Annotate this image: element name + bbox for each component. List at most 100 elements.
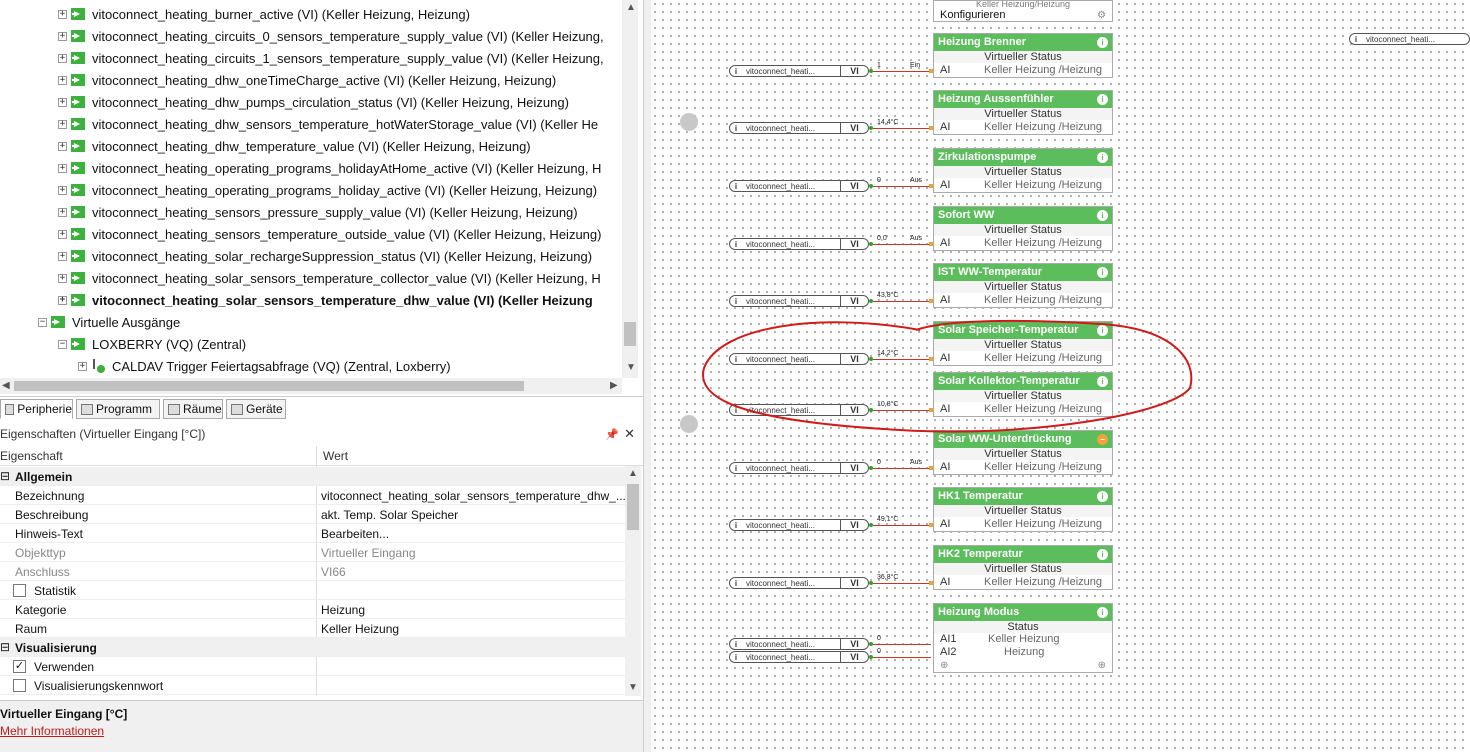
connection-wire[interactable]: [873, 71, 931, 72]
connection-wire[interactable]: [873, 128, 931, 129]
tree-item[interactable]: + vitoconnect_heating_circuits_1_sensors_…: [58, 47, 604, 69]
virtual-input-block[interactable]: i vitoconnect_heati... VI: [729, 638, 869, 650]
tab-geraete[interactable]: Geräte: [226, 399, 286, 419]
prop-row-verwenden[interactable]: ✓ Verwenden: [0, 657, 625, 676]
virtual-status-block[interactable]: Zirkulationspumpe i Virtueller Status AI Kel…: [933, 148, 1113, 193]
info-icon[interactable]: i: [1097, 210, 1108, 221]
gear-icon[interactable]: ⚙: [1097, 10, 1106, 21]
collapse-icon[interactable]: −: [38, 317, 47, 327]
virtual-input-block[interactable]: i vitoconnect_heati... VI: [729, 122, 869, 134]
prop-value[interactable]: akt. Temp. Solar Speicher: [321, 508, 458, 522]
tree-item[interactable]: + vitoconnect_heating_operating_programs_…: [58, 179, 597, 201]
tree-item[interactable]: + vitoconnect_heating_solar_sensors_tempe…: [58, 267, 601, 289]
add-input-icon[interactable]: ⊕: [940, 660, 948, 671]
virtual-status-block[interactable]: IST WW-Temperatur i Virtueller Status AI Kel…: [933, 263, 1113, 308]
prop-row-raum[interactable]: Raum Keller Heizung: [0, 619, 625, 638]
virtual-status-block[interactable]: Heizung Brenner i Virtueller Status AI Kelle…: [933, 33, 1113, 78]
floating-input-block[interactable]: i vitoconnect_heati...: [1349, 33, 1470, 45]
connection-wire[interactable]: [873, 186, 931, 187]
tree-item[interactable]: + vitoconnect_heating_solar_sensors_tempe…: [58, 289, 593, 311]
prop-row-bezeichnung[interactable]: Bezeichnung vitoconnect_heating_solar_sen…: [0, 486, 626, 505]
expand-icon[interactable]: +: [58, 295, 67, 305]
close-icon[interactable]: ✕: [624, 426, 635, 442]
prop-value[interactable]: vitoconnect_heating_solar_sensors_temper…: [321, 489, 626, 503]
verwenden-checkbox[interactable]: ✓: [13, 660, 26, 673]
block-title-bar[interactable]: Heizung Modus i: [934, 604, 1112, 621]
connection-wire[interactable]: [873, 657, 931, 658]
block-title-bar[interactable]: HK2 Temperatur i: [934, 546, 1112, 563]
scroll-up-icon[interactable]: ▲: [628, 468, 638, 479]
virtual-input-block[interactable]: i vitoconnect_heati... VI: [729, 519, 869, 531]
info-icon[interactable]: i: [1097, 152, 1108, 163]
splitter[interactable]: [643, 0, 651, 752]
vis-password-checkbox[interactable]: [13, 679, 26, 692]
virtual-status-block[interactable]: Sofort WW i Virtueller Status AI Keller Heiz…: [933, 206, 1113, 251]
scroll-right-icon[interactable]: ▶: [610, 380, 618, 391]
collapse-icon[interactable]: −: [58, 339, 67, 349]
heizung-modus-block[interactable]: Heizung Modus i Status AI1 Keller Heizung AI2…: [933, 603, 1113, 673]
tree-item[interactable]: + vitoconnect_heating_solar_rechargeSuppr…: [58, 245, 592, 267]
virtual-status-block[interactable]: HK2 Temperatur i Virtueller Status AI Keller…: [933, 545, 1113, 590]
scroll-left-icon[interactable]: ◀: [2, 380, 10, 391]
connection-wire[interactable]: [873, 644, 931, 645]
tab-programm[interactable]: Programm: [76, 399, 160, 419]
scroll-up-icon[interactable]: ▲: [626, 2, 636, 13]
expand-icon[interactable]: +: [58, 119, 67, 129]
virtual-status-block[interactable]: Heizung Aussenfühler i Virtueller Status AI…: [933, 90, 1113, 135]
block-title-bar[interactable]: Zirkulationspumpe i: [934, 149, 1112, 166]
scroll-down-icon[interactable]: ▼: [628, 682, 638, 693]
scroll-down-icon[interactable]: ▼: [626, 362, 636, 373]
block-title-bar[interactable]: Heizung Aussenfühler i: [934, 91, 1112, 108]
properties-scrollbar[interactable]: ▲ ▼: [625, 466, 641, 696]
collapse-icon[interactable]: ⊟: [0, 640, 10, 654]
tree-item[interactable]: + vitoconnect_heating_sensors_temperature…: [58, 223, 601, 245]
expand-icon[interactable]: +: [58, 141, 67, 151]
prop-row-kategorie[interactable]: Kategorie Heizung: [0, 600, 625, 619]
virtual-input-block[interactable]: i vitoconnect_heati... VI: [729, 65, 869, 77]
info-icon[interactable]: i: [1097, 94, 1108, 105]
connector-circle[interactable]: [680, 113, 698, 131]
block-title-bar[interactable]: IST WW-Temperatur i: [934, 264, 1112, 281]
tab-raeume[interactable]: Räume: [163, 399, 223, 419]
virtual-input-block[interactable]: i vitoconnect_heati... VI: [729, 462, 869, 474]
connection-wire[interactable]: [873, 301, 931, 302]
expand-icon[interactable]: +: [58, 207, 67, 217]
prop-value[interactable]: Keller Heizung: [321, 622, 399, 636]
tree-item-caldav[interactable]: + CALDAV Trigger Feiertagsabfrage (VQ) (Z…: [78, 355, 451, 377]
expand-icon[interactable]: +: [58, 185, 67, 195]
block-title-bar[interactable]: Heizung Brenner i: [934, 34, 1112, 51]
virtual-input-block[interactable]: i vitoconnect_heati... VI: [729, 577, 869, 589]
expand-icon[interactable]: +: [58, 97, 67, 107]
expand-icon[interactable]: +: [58, 163, 67, 173]
configure-button[interactable]: Konfigurieren: [934, 9, 1112, 21]
block-title-bar[interactable]: Sofort WW i: [934, 207, 1112, 224]
tab-peripherie[interactable]: Peripherie: [0, 399, 73, 419]
expand-icon[interactable]: +: [58, 229, 67, 239]
more-info-link[interactable]: Mehr Informationen: [0, 724, 104, 738]
tree-item[interactable]: + vitoconnect_heating_burner_active (VI) …: [58, 3, 470, 25]
info-icon[interactable]: i: [1097, 267, 1108, 278]
tree-item[interactable]: + vitoconnect_heating_circuits_0_sensors_…: [58, 25, 604, 47]
scroll-thumb[interactable]: [14, 381, 524, 391]
tree-vertical-scrollbar[interactable]: ▲ ▼: [622, 0, 638, 378]
virtual-input-block[interactable]: i vitoconnect_heati... VI: [729, 180, 869, 192]
tree-item[interactable]: + vitoconnect_heating_operating_programs_…: [58, 157, 601, 179]
virtual-input-block[interactable]: i vitoconnect_heati... VI: [729, 295, 869, 307]
connector-circle[interactable]: [680, 415, 698, 433]
expand-icon[interactable]: +: [58, 251, 67, 261]
connection-wire[interactable]: [873, 468, 931, 469]
section-allgemein[interactable]: ⊟ Allgemein: [0, 467, 625, 486]
expand-icon[interactable]: +: [78, 361, 87, 371]
tree-item[interactable]: + vitoconnect_heating_dhw_temperature_val…: [58, 135, 531, 157]
tree-item[interactable]: + vitoconnect_heating_dhw_sensors_tempera…: [58, 113, 598, 135]
info-icon[interactable]: i: [1097, 607, 1108, 618]
tree-item-loxberry[interactable]: − LOXBERRY (VQ) (Zentral): [58, 333, 246, 355]
virtual-status-block[interactable]: HK1 Temperatur i Virtueller Status AI Keller…: [933, 487, 1113, 532]
tree-horizontal-scrollbar[interactable]: ◀ ▶: [0, 378, 622, 394]
section-visualisierung[interactable]: ⊟ Visualisierung: [0, 638, 625, 657]
scroll-thumb[interactable]: [627, 484, 639, 530]
connection-wire[interactable]: [873, 244, 931, 245]
expand-icon[interactable]: +: [58, 273, 67, 283]
pin-icon[interactable]: 📌: [605, 428, 619, 441]
connection-wire[interactable]: [873, 525, 931, 526]
